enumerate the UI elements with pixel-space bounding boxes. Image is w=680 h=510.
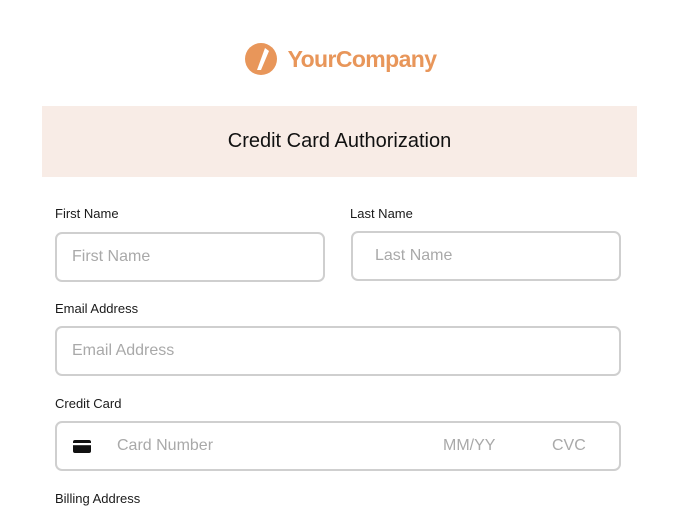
brand-name: YourCompany (287, 45, 437, 72)
last-name-field-container (351, 231, 621, 281)
email-label: Email Address (55, 301, 139, 316)
first-name-label: First Name (55, 206, 119, 221)
last-name-label: Last Name (350, 206, 413, 221)
credit-card-field-container (55, 421, 621, 471)
billing-address-label: Billing Address (55, 491, 141, 506)
credit-card-icon (73, 440, 91, 453)
card-number-input[interactable] (102, 423, 402, 469)
credit-card-label: Credit Card (55, 396, 122, 411)
email-input[interactable] (57, 328, 619, 374)
email-field-container (55, 326, 621, 376)
last-name-input[interactable] (353, 233, 619, 279)
company-logo: YourCompany (0, 42, 680, 76)
first-name-field-container (55, 232, 325, 282)
form-header: Credit Card Authorization (42, 106, 637, 177)
form-title: Credit Card Authorization (227, 130, 452, 152)
first-name-input[interactable] (57, 234, 323, 280)
card-cvc-input[interactable] (537, 423, 607, 469)
logo-mark-icon (244, 43, 277, 75)
card-expiry-input[interactable] (428, 423, 508, 469)
credit-card-authorization-page: YourCompany Credit Card Authorization Fi… (0, 0, 680, 510)
